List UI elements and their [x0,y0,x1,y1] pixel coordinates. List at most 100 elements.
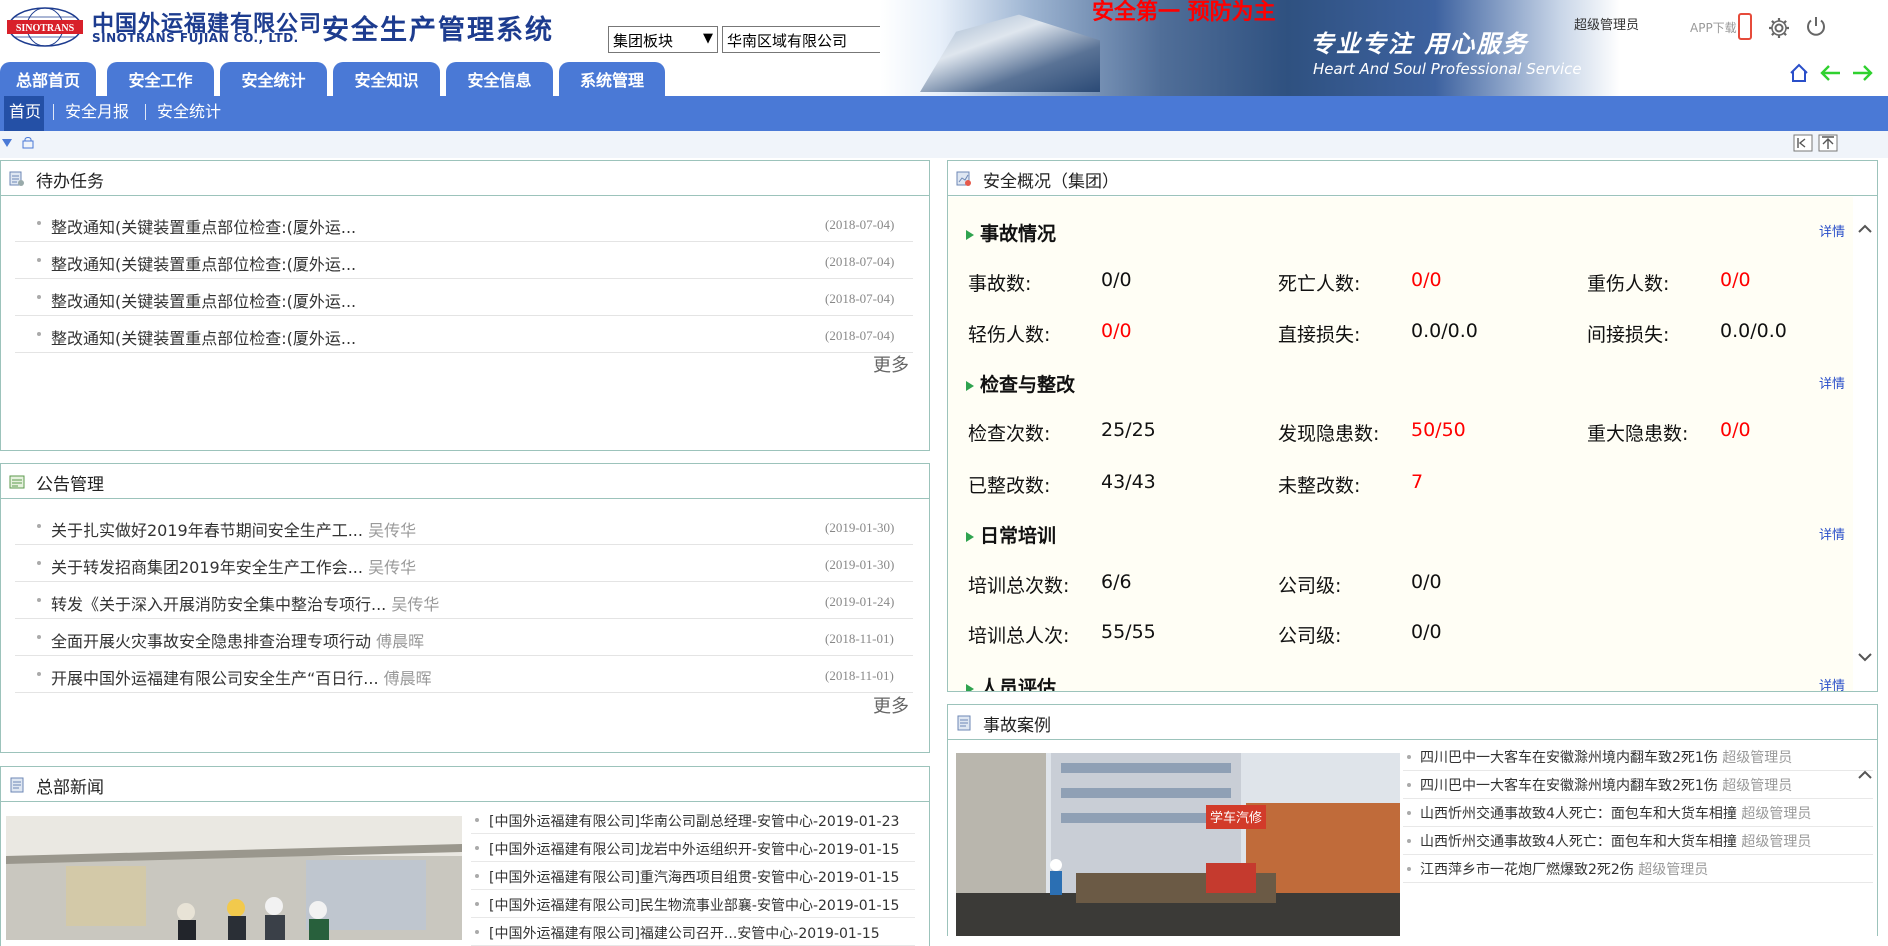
power-icon[interactable] [1804,15,1828,39]
banner-slogan: 安全第一 预防为主 [1092,0,1276,25]
list-item-text[interactable]: 江西萍乡市一花炮厂燃爆致2死2伤 超级管理员 [1420,859,1708,879]
list-item[interactable]: 关于扎实做好2019年春节期间安全生产工... 吴传华 (2019-01-30) [15,508,913,545]
list-item-text[interactable]: 山西忻州交通事故致4人死亡：面包车和大货车相撞 超级管理员 [1420,803,1811,823]
list-item[interactable]: 整改通知(关键装置重点部位检查:(厦外运... (2018-07-04) [15,279,913,316]
list-item-text[interactable]: 整改通知(关键装置重点部位检查:(厦外运... [51,325,356,349]
list-item-text[interactable]: 整改通知(关键装置重点部位检查:(厦外运... [51,288,356,312]
case-title[interactable]: 江西萍乡市一花炮厂燃爆致2死2伤 [1420,862,1634,878]
news-title[interactable]: [中国外运福建有限公司]华南公司副总经理-安管中心-2019-01-23 [489,811,899,831]
notice-title[interactable]: 关于扎实做好2019年春节期间安全生产工... [51,521,363,540]
bullet [475,818,479,822]
news-photo[interactable] [6,816,462,940]
list-item-text[interactable]: 四川巴中一大客车在安徽滁州境内翻车致2死1伤 超级管理员 [1420,775,1792,795]
notice-author: 傅晨晖 [376,632,425,651]
arrow-left-icon[interactable] [1818,62,1842,84]
tab-safety-work[interactable]: 安全工作 [107,62,214,96]
list-item[interactable]: [中国外运福建有限公司]福建公司召开...安管中心-2019-01-15 [471,918,915,946]
news-title[interactable]: [中国外运福建有限公司]龙岩中外运组织开-安管中心-2019-01-15 [489,839,899,859]
tab-safety-stats[interactable]: 安全统计 [220,62,327,96]
group-select[interactable]: 集团板块 ▼ [608,26,718,53]
list-item-text[interactable]: 关于转发招商集团2019年安全生产工作会... 吴传华 [51,554,416,578]
section-title-inspection: 检查与整改 [966,370,1075,397]
section-title-text: 人员评估 [980,677,1057,691]
collapse-top-icon[interactable] [1818,134,1838,152]
scroll-up-icon[interactable] [1856,767,1874,781]
case-title[interactable]: 山西忻州交通事故致4人死亡：面包车和大货车相撞 [1420,806,1737,822]
subnav-divider [145,104,146,120]
tab-system-admin[interactable]: 系统管理 [559,62,665,96]
list-item[interactable]: 四川巴中一大客车在安徽滁州境内翻车致2死1伤 超级管理员 [1403,771,1873,799]
list-item-text[interactable]: 整改通知(关键装置重点部位检查:(厦外运... [51,214,356,238]
list-item-date: (2018-11-01) [825,631,894,646]
subnav-item-home[interactable]: 首页 [4,96,44,131]
arrow-right-icon[interactable] [1851,62,1875,84]
list-item-text[interactable]: 转发《关于深入开展消防安全集中整治专项行... 吴传华 [51,591,439,615]
list-item[interactable]: [中国外运福建有限公司]民生物流事业部襄-安管中心-2019-01-15 [471,890,915,918]
list-item[interactable]: 开展中国外运福建有限公司安全生产“百日行... 傅晨晖 (2018-11-01) [15,656,913,693]
scroll-up-icon[interactable] [1856,221,1874,235]
case-photo[interactable]: 学车汽修 [956,753,1400,936]
detail-link-training[interactable]: 详情 [1819,524,1845,543]
news-title[interactable]: [中国外运福建有限公司]重汽海西项目组贯-安管中心-2019-01-15 [489,867,899,887]
list-item[interactable]: 山西忻州交通事故致4人死亡：面包车和大货车相撞 超级管理员 [1403,827,1873,855]
list-item[interactable]: 整改通知(关键装置重点部位检查:(厦外运... (2018-07-04) [15,242,913,279]
company-name-en: SINOTRANS FUJIAN CO., LTD. [92,31,299,45]
list-item[interactable]: 整改通知(关键装置重点部位检查:(厦外运... (2018-07-04) [15,205,913,242]
tab-safety-info[interactable]: 安全信息 [446,62,553,96]
detail-link-accidents[interactable]: 详情 [1819,221,1845,240]
stat-label: 轻伤人数: [968,324,1051,346]
tab-safety-knowledge[interactable]: 安全知识 [333,62,440,96]
collapse-left-icon[interactable] [1793,134,1813,152]
notice-title[interactable]: 转发《关于深入开展消防安全集中整治专项行... [51,595,386,614]
news-title[interactable]: [中国外运福建有限公司]福建公司召开...安管中心-2019-01-15 [489,923,880,943]
tab-home[interactable]: 总部首页 [0,62,96,96]
notice-title[interactable]: 全面开展火灾事故安全隐患排查治理专项行动 [51,632,371,651]
bullet [37,672,41,676]
app-download-link[interactable]: APP下载 [1690,19,1737,36]
gear-icon[interactable] [1767,16,1791,40]
stat-value: 0.0/0.0 [1411,320,1478,342]
list-item[interactable]: [中国外运福建有限公司]华南公司副总经理-安管中心-2019-01-23 [471,806,915,834]
list-item-text[interactable]: 整改通知(关键装置重点部位检查:(厦外运... [51,251,356,275]
list-item-text[interactable]: 关于扎实做好2019年春节期间安全生产工... 吴传华 [51,517,416,541]
case-title[interactable]: 四川巴中一大客车在安徽滁州境内翻车致2死1伤 [1420,750,1718,766]
case-title[interactable]: 四川巴中一大客车在安徽滁州境内翻车致2死1伤 [1420,778,1718,794]
list-item[interactable]: 四川巴中一大客车在安徽滁州境内翻车致2死1伤 超级管理员 [1403,743,1873,771]
list-item[interactable]: 江西萍乡市一花炮厂燃爆致2死2伤 超级管理员 [1403,855,1873,883]
case-title[interactable]: 山西忻州交通事故致4人死亡：面包车和大货车相撞 [1420,834,1737,850]
list-item-text[interactable]: 四川巴中一大客车在安徽滁州境内翻车致2死1伤 超级管理员 [1420,747,1792,767]
list-item[interactable]: [中国外运福建有限公司]重汽海西项目组贯-安管中心-2019-01-15 [471,862,915,890]
bullet [37,295,41,299]
list-item[interactable]: [中国外运福建有限公司]龙岩中外运组织开-安管中心-2019-01-15 [471,834,915,862]
company-select-value: 华南区域有限公司 [727,32,848,50]
lock-icon[interactable] [22,137,34,149]
stat-value: 0/0 [1720,419,1751,441]
list-item[interactable]: 全面开展火灾事故安全隐患排查治理专项行动 傅晨晖 (2018-11-01) [15,619,913,656]
scroll-down-icon[interactable] [1856,651,1874,665]
notice-more-link[interactable]: 更多 [873,692,909,718]
notice-title[interactable]: 开展中国外运福建有限公司安全生产“百日行... [51,669,379,688]
news-title[interactable]: [中国外运福建有限公司]民生物流事业部襄-安管中心-2019-01-15 [489,895,899,915]
phone-icon[interactable] [1738,13,1752,40]
list-item[interactable]: 整改通知(关键装置重点部位检查:(厦外运... (2018-07-04) [15,316,913,353]
detail-link-inspection[interactable]: 详情 [1819,373,1845,392]
notice-title[interactable]: 关于转发招商集团2019年安全生产工作会... [51,558,363,577]
banner-slogan-en: Heart And Soul Professional Service [1313,60,1582,78]
detail-link-personnel[interactable]: 详情 [1819,675,1845,691]
todo-more-link[interactable]: 更多 [873,351,909,377]
overview-panel: 安全概况（集团） 事故情况 详情 事故数: 0/0 死亡人数: 0/0 重伤人数… [947,160,1878,692]
home-icon[interactable] [1788,62,1810,84]
subnav-item-stats[interactable]: 安全统计 [157,96,221,131]
subnav-item-monthly[interactable]: 安全月报 [65,96,129,131]
overview-scroll-area[interactable]: 事故情况 详情 事故数: 0/0 死亡人数: 0/0 重伤人数: 0/0 轻伤人… [948,197,1853,691]
list-item-text[interactable]: 全面开展火灾事故安全隐患排查治理专项行动 傅晨晖 [51,628,424,652]
current-user[interactable]: 超级管理员 [1574,14,1639,33]
triangle-down-icon[interactable] [2,139,12,147]
notice-author: 吴传华 [368,558,417,577]
news-panel-title: 总部新闻 [36,778,104,798]
list-item[interactable]: 关于转发招商集团2019年安全生产工作会... 吴传华 (2019-01-30) [15,545,913,582]
list-item-text[interactable]: 山西忻州交通事故致4人死亡：面包车和大货车相撞 超级管理员 [1420,831,1811,851]
list-item[interactable]: 转发《关于深入开展消防安全集中整治专项行... 吴传华 (2019-01-24) [15,582,913,619]
list-item[interactable]: 山西忻州交通事故致4人死亡：面包车和大货车相撞 超级管理员 [1403,799,1873,827]
list-item-text[interactable]: 开展中国外运福建有限公司安全生产“百日行... 傅晨晖 [51,665,432,689]
